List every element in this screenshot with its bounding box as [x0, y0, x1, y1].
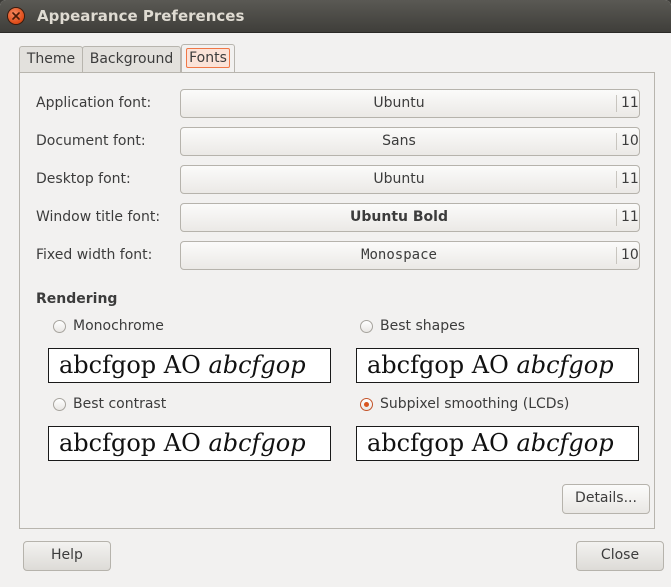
radio-button-icon — [53, 320, 66, 333]
close-button[interactable]: Close — [576, 541, 664, 571]
sample-text: abcfgop AO — [59, 351, 209, 379]
radio-label: Best contrast — [73, 396, 167, 412]
sample-italic-text: abcfgop — [208, 429, 306, 457]
details-button[interactable]: Details... — [562, 484, 650, 514]
sample-monochrome[interactable]: abcfgop AO abcfgop — [48, 348, 331, 383]
radio-label: Subpixel smoothing (LCDs) — [380, 396, 570, 412]
font-size: 11 — [621, 209, 639, 225]
radio-label: Best shapes — [380, 318, 465, 334]
window-title-font-button[interactable]: Ubuntu Bold 11 — [180, 203, 640, 232]
sample-subpixel-smoothing[interactable]: abcfgop AO abcfgop — [356, 426, 639, 461]
sample-best-shapes[interactable]: abcfgop AO abcfgop — [356, 348, 639, 383]
font-size: 11 — [621, 95, 639, 111]
appearance-preferences-window: Appearance Preferences Theme Background … — [0, 0, 671, 587]
sample-text: abcfgop AO — [367, 429, 517, 457]
font-name: Ubuntu — [373, 95, 425, 111]
sample-italic-text: abcfgop — [208, 351, 306, 379]
close-window-icon[interactable] — [8, 8, 24, 24]
radio-label: Monochrome — [73, 318, 164, 334]
application-font-button[interactable]: Ubuntu 11 — [180, 89, 640, 118]
font-size: 11 — [621, 171, 639, 187]
rendering-heading: Rendering — [36, 291, 118, 307]
font-label: Desktop font: — [36, 171, 131, 187]
separator — [616, 133, 617, 150]
separator — [616, 95, 617, 112]
font-label: Application font: — [36, 95, 152, 111]
tab-fonts[interactable]: Fonts — [181, 44, 235, 72]
fixed-width-font-button[interactable]: Monospace 10 — [180, 241, 640, 270]
sample-italic-text: abcfgop — [516, 429, 614, 457]
font-name: Sans — [382, 133, 416, 149]
sample-best-contrast[interactable]: abcfgop AO abcfgop — [48, 426, 331, 461]
font-label: Window title font: — [36, 209, 161, 225]
separator — [616, 209, 617, 226]
radio-button-icon — [360, 320, 373, 333]
font-size: 10 — [621, 133, 639, 149]
window-title: Appearance Preferences — [37, 7, 245, 25]
font-size: 10 — [621, 247, 639, 263]
tab-background[interactable]: Background — [82, 46, 181, 72]
font-name: Ubuntu — [373, 171, 425, 187]
tab-label: Background — [89, 51, 174, 67]
font-name: Monospace — [361, 247, 437, 263]
sample-italic-text: abcfgop — [516, 351, 614, 379]
desktop-font-button[interactable]: Ubuntu 11 — [180, 165, 640, 194]
separator — [616, 247, 617, 264]
separator — [616, 171, 617, 188]
help-button[interactable]: Help — [23, 541, 111, 571]
x-icon — [12, 12, 20, 20]
sample-text: abcfgop AO — [367, 351, 517, 379]
tab-theme[interactable]: Theme — [19, 46, 83, 72]
font-label: Document font: — [36, 133, 146, 149]
sample-text: abcfgop AO — [59, 429, 209, 457]
tab-label: Fonts — [186, 48, 230, 68]
font-name: Ubuntu Bold — [350, 209, 448, 225]
font-label: Fixed width font: — [36, 247, 153, 263]
document-font-button[interactable]: Sans 10 — [180, 127, 640, 156]
radio-button-selected-icon — [360, 398, 373, 411]
titlebar: Appearance Preferences — [0, 0, 671, 33]
radio-button-icon — [53, 398, 66, 411]
tab-label: Theme — [26, 51, 76, 67]
